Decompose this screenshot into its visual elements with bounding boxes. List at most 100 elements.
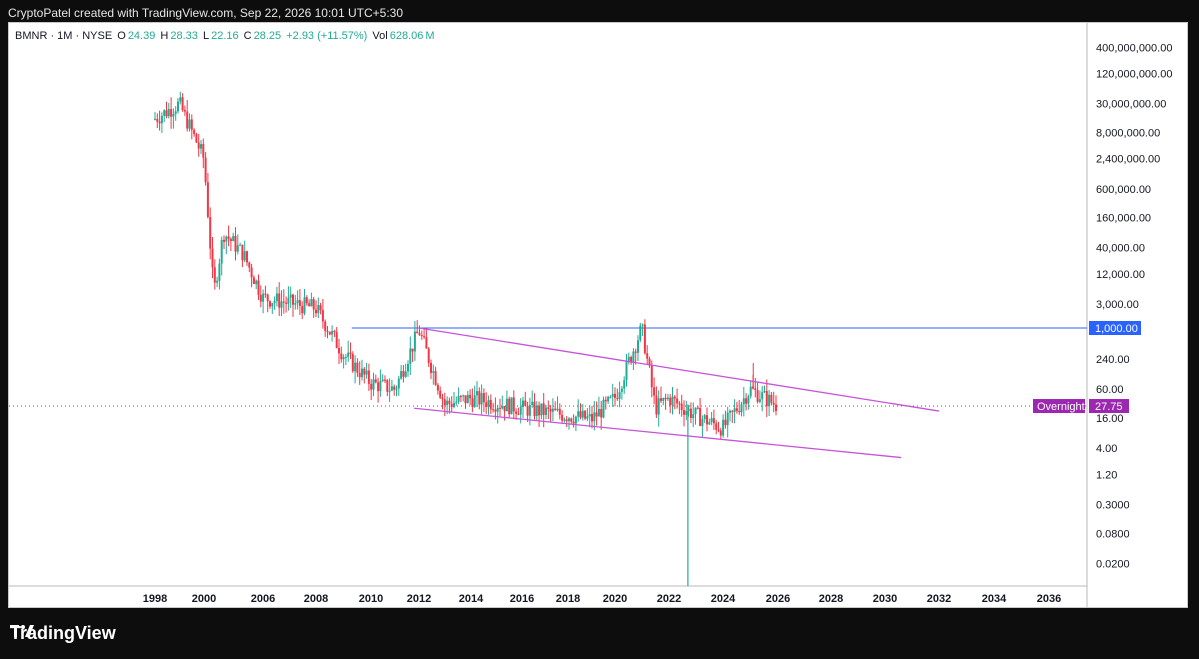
candle-body <box>650 365 653 388</box>
chart-header-text: CryptoPatel created with TradingView.com… <box>8 6 404 20</box>
candle-body <box>370 383 373 390</box>
candle-body <box>181 97 184 110</box>
candle-body <box>418 333 421 336</box>
candle-body <box>729 410 731 413</box>
chart-frame: BMNR · 1M · NYSE O 24.39 H 28.33 L 22.16 C2… <box>8 22 1188 608</box>
candle-body <box>745 398 748 404</box>
candle-body <box>287 297 290 304</box>
candle-body <box>384 379 386 381</box>
candle-body <box>510 397 513 415</box>
candle-body <box>763 391 766 393</box>
candle-body <box>641 324 644 326</box>
candle-body <box>740 404 743 413</box>
candle-body <box>358 372 361 378</box>
candle-body <box>666 397 669 400</box>
candle-body <box>775 404 777 411</box>
candle-body <box>597 408 600 417</box>
candle-body <box>703 415 706 420</box>
candle-body <box>517 413 520 415</box>
candle-body <box>602 399 605 418</box>
x-tick-label: 2000 <box>192 593 216 605</box>
candle-body <box>768 394 771 407</box>
candle-body <box>177 101 179 112</box>
candle-body <box>563 419 566 421</box>
candle-body <box>273 301 276 304</box>
y-tick-label: 0.0800 <box>1096 528 1130 540</box>
candle-body <box>664 397 667 400</box>
x-tick-label: 2010 <box>359 593 383 605</box>
candle-body <box>673 396 676 399</box>
candle-body <box>655 395 658 415</box>
candle-body <box>747 396 750 404</box>
price-chart[interactable]: 400,000,000.00 120,000,000.00 30,000,000.0… <box>9 23 1187 607</box>
candle-body <box>505 398 508 412</box>
candle-body <box>319 305 322 311</box>
candle-body <box>427 348 430 363</box>
candle-body <box>706 415 708 425</box>
candle-body <box>232 236 235 242</box>
y-tick-label: 0.3000 <box>1096 500 1130 512</box>
candle-body <box>595 412 598 417</box>
candle-body <box>443 399 446 406</box>
candle-body <box>197 142 200 149</box>
candle-body <box>696 407 699 409</box>
candle-body <box>335 331 338 348</box>
candle-body <box>577 411 580 417</box>
candle-body <box>662 397 665 401</box>
candle-body <box>579 411 582 418</box>
candle-body <box>280 301 283 308</box>
candle-body <box>676 398 679 404</box>
candle-body <box>326 331 329 333</box>
candle-body <box>275 293 278 302</box>
candle-body <box>441 397 444 400</box>
x-tick-label: 2008 <box>304 593 328 605</box>
y-tick-label: 240.00 <box>1096 354 1130 366</box>
candle-body <box>183 109 186 112</box>
candle-body <box>413 331 416 352</box>
x-tick-label: 2032 <box>927 593 951 605</box>
candle-body <box>156 118 159 122</box>
candle-body <box>685 411 688 415</box>
candle-body <box>683 410 685 415</box>
candle-body <box>285 302 288 304</box>
candle-body <box>271 303 274 307</box>
candle-body <box>556 408 559 411</box>
current-price-label: 27.75 <box>1095 401 1123 413</box>
candle-body <box>758 399 761 402</box>
candle-body <box>229 238 232 242</box>
x-tick-label: 2030 <box>873 593 897 605</box>
candle-body <box>262 293 265 302</box>
x-tick-label: 2024 <box>711 593 736 605</box>
x-tick-label: 2006 <box>251 593 275 605</box>
candle-body <box>296 300 299 304</box>
candle-body <box>731 410 734 412</box>
candle-body <box>669 397 672 406</box>
candle-body <box>202 144 205 158</box>
candle-body <box>724 419 727 426</box>
candle-body <box>572 421 575 424</box>
candle-body <box>328 331 331 335</box>
candle-body <box>172 113 175 117</box>
y-tick-label: 0.0200 <box>1096 558 1130 570</box>
y-tick-label: 40,000.00 <box>1096 243 1145 255</box>
candle-body <box>547 407 550 409</box>
candle-body <box>312 299 315 310</box>
candle-body <box>220 239 223 264</box>
candle-body <box>193 129 196 134</box>
candle-body <box>581 410 584 418</box>
candle-body <box>710 418 713 423</box>
candle-body <box>708 422 711 425</box>
candle-body <box>324 321 327 332</box>
candle-body <box>678 403 681 405</box>
candle-body <box>407 364 409 372</box>
candle-body <box>471 398 474 407</box>
candle-body <box>430 362 432 373</box>
candle-body <box>715 423 718 430</box>
candle-body <box>742 398 745 405</box>
candle-body <box>269 301 271 307</box>
candle-body <box>611 393 614 397</box>
candle-body <box>218 263 221 281</box>
candle-body <box>342 357 345 360</box>
candle-body <box>402 371 405 377</box>
candle-body <box>604 399 607 402</box>
